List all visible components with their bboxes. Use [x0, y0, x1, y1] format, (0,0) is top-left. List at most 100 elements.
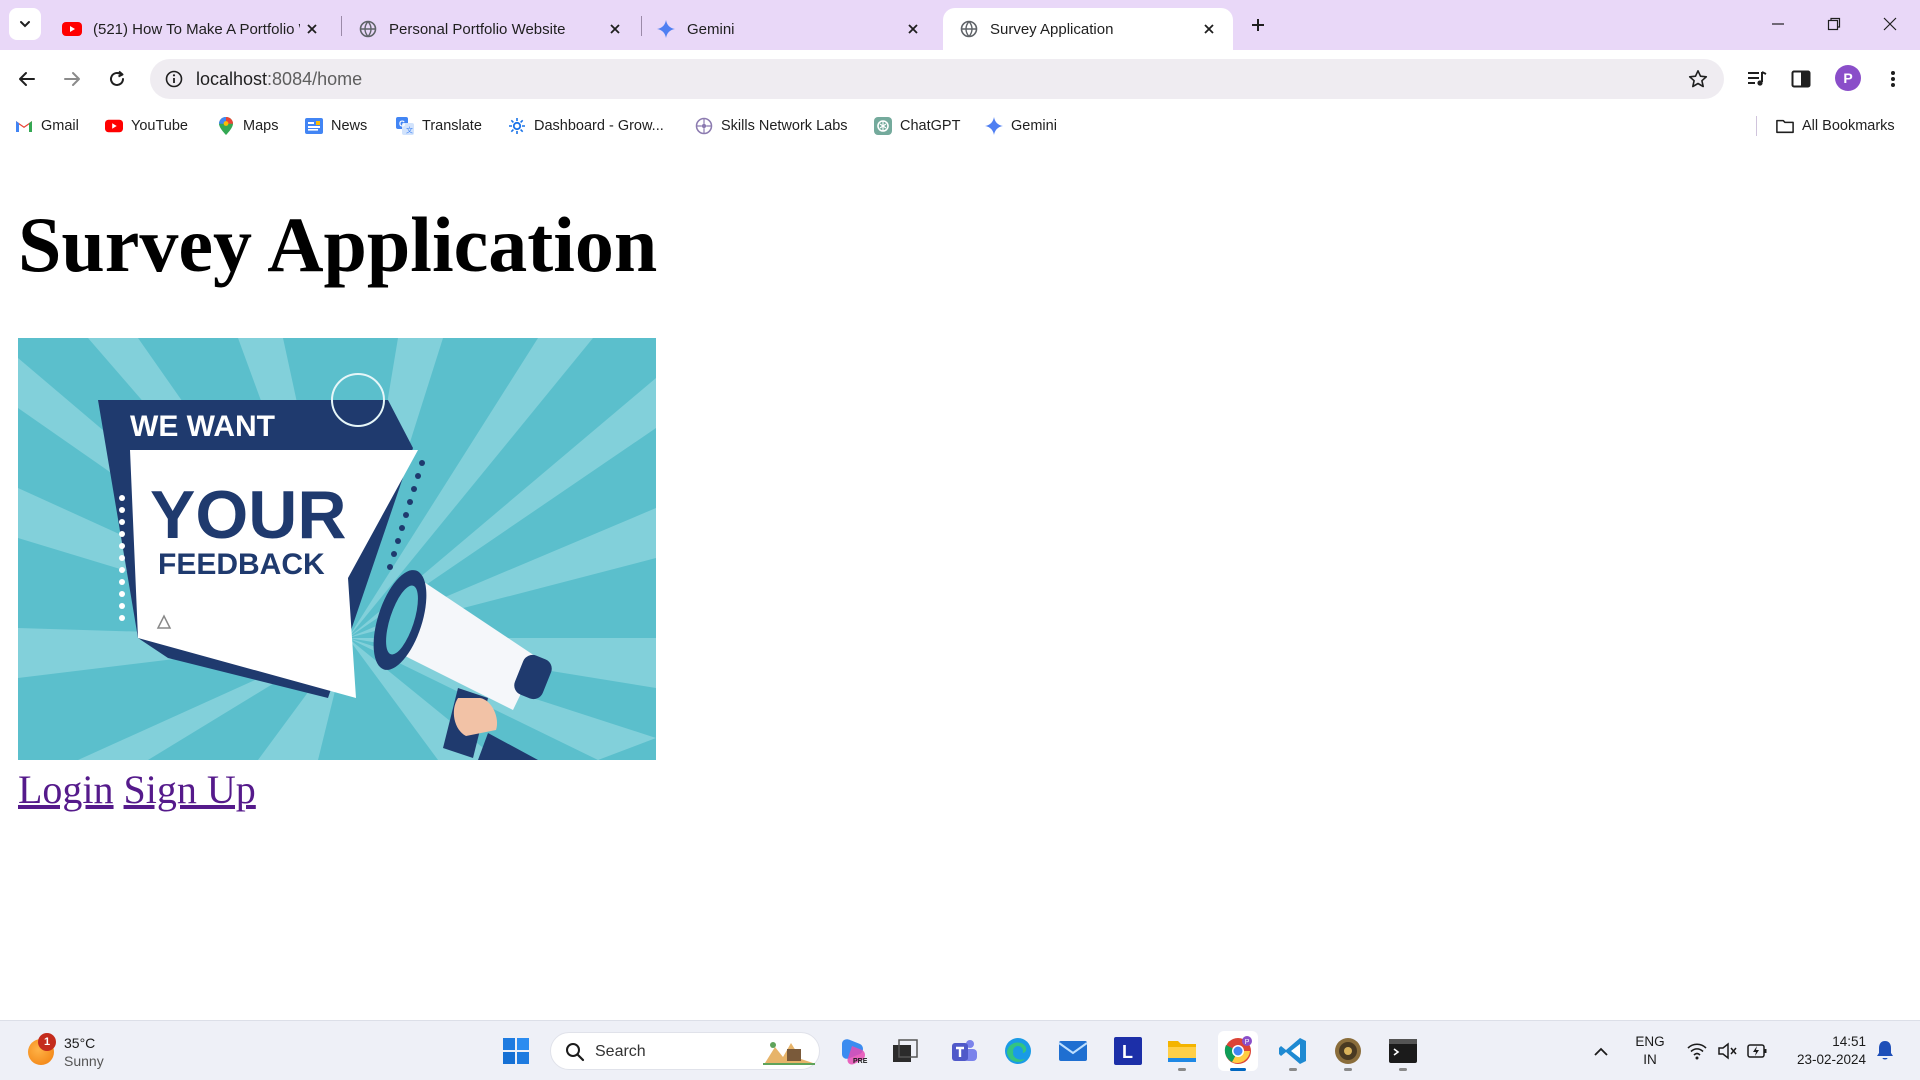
- chrome-profile-badge: P: [1245, 1039, 1250, 1046]
- search-highlight-icon: [763, 1042, 815, 1065]
- close-icon[interactable]: [603, 17, 627, 41]
- copilot-app[interactable]: PRE: [833, 1031, 873, 1071]
- globe-icon: [358, 19, 378, 39]
- bookmark-maps[interactable]: Maps: [217, 115, 278, 137]
- banner-text-feedback: FEEDBACK: [158, 548, 325, 581]
- language-line1: ENG: [1635, 1034, 1665, 1049]
- search-placeholder: Search: [595, 1043, 646, 1060]
- bookmark-label: Dashboard - Grow...: [534, 118, 664, 134]
- weather-condition: Sunny: [64, 1053, 104, 1069]
- bookmark-skills-network-labs[interactable]: Skills Network Labs: [695, 115, 848, 137]
- emblem-app[interactable]: [1328, 1031, 1368, 1071]
- page-title: Survey Application: [18, 201, 658, 288]
- bookmark-gmail[interactable]: Gmail: [15, 115, 79, 137]
- side-panel-icon[interactable]: [1784, 62, 1818, 96]
- show-hidden-icons-icon[interactable]: [1590, 1041, 1612, 1063]
- tab-title: (521) How To Make A Portfolio W: [93, 20, 300, 38]
- task-view-icon: [893, 1039, 918, 1062]
- media-control-icon[interactable]: [1740, 62, 1774, 96]
- tab-title: Gemini: [687, 20, 735, 38]
- url-text[interactable]: localhost:8084/home: [196, 69, 362, 90]
- taskbar-search[interactable]: Search: [550, 1032, 820, 1070]
- tab-search-button[interactable]: [9, 8, 41, 40]
- bookmark-youtube[interactable]: YouTube: [105, 115, 188, 137]
- language-line2: IN: [1643, 1052, 1657, 1067]
- back-button[interactable]: [9, 61, 45, 97]
- close-icon[interactable]: [901, 17, 925, 41]
- minimize-button[interactable]: [1750, 0, 1806, 48]
- reload-button[interactable]: [99, 61, 135, 97]
- close-window-button[interactable]: [1862, 0, 1918, 48]
- bookmark-star-icon[interactable]: [1684, 65, 1712, 93]
- svg-text:G: G: [399, 120, 405, 129]
- gemini-icon: [656, 19, 676, 39]
- tab-youtube[interactable]: (521) How To Make A Portfolio W: [46, 8, 336, 50]
- tab-gemini[interactable]: Gemini: [640, 8, 937, 50]
- restore-button[interactable]: [1806, 0, 1862, 48]
- file-explorer-app[interactable]: [1162, 1031, 1202, 1071]
- banner-text-your: YOUR: [150, 477, 346, 553]
- weather-widget[interactable]: 1 35°C Sunny: [24, 1031, 134, 1071]
- start-button[interactable]: [496, 1031, 536, 1071]
- forward-button[interactable]: [54, 61, 90, 97]
- feedback-banner-image: WE WANT YOUR FEEDBACK: [18, 338, 656, 760]
- bookmarks-separator: [1756, 116, 1757, 136]
- tab-portfolio[interactable]: Personal Portfolio Website: [342, 8, 639, 50]
- folder-icon: [1776, 117, 1794, 135]
- windows-icon: [503, 1038, 529, 1064]
- signup-link[interactable]: Sign Up: [124, 767, 256, 812]
- close-icon[interactable]: [300, 17, 324, 41]
- plus-icon: [1252, 19, 1264, 31]
- restore-icon: [1827, 17, 1841, 31]
- wifi-icon[interactable]: [1686, 1040, 1708, 1062]
- active-indicator: [1230, 1068, 1246, 1071]
- notification-bell-icon[interactable]: [1874, 1039, 1896, 1063]
- l-app[interactable]: L: [1108, 1031, 1148, 1071]
- minimize-icon: [1772, 23, 1784, 25]
- youtube-icon: [105, 117, 123, 135]
- battery-icon[interactable]: [1746, 1040, 1768, 1062]
- chrome-app[interactable]: P: [1218, 1031, 1258, 1071]
- address-bar[interactable]: localhost:8084/home: [150, 59, 1724, 99]
- running-indicator: [1344, 1068, 1352, 1071]
- bookmark-dashboard[interactable]: Dashboard - Grow...: [508, 115, 664, 137]
- emblem-icon: [1335, 1038, 1361, 1064]
- close-icon[interactable]: [1197, 17, 1221, 41]
- teams-app[interactable]: [944, 1031, 984, 1071]
- search-icon: [566, 1043, 585, 1062]
- mail-icon: [1058, 1041, 1088, 1061]
- vscode-app[interactable]: [1273, 1031, 1313, 1071]
- bookmark-label: YouTube: [131, 118, 188, 134]
- edge-app[interactable]: [998, 1031, 1038, 1071]
- new-tab-button[interactable]: [1243, 10, 1273, 40]
- tab-survey-application[interactable]: Survey Application: [943, 8, 1233, 50]
- bookmark-gemini[interactable]: Gemini: [985, 115, 1057, 137]
- profile-avatar[interactable]: P: [1835, 65, 1861, 91]
- translate-icon: G文: [396, 117, 414, 135]
- reload-icon: [110, 70, 124, 86]
- chevron-down-icon: [20, 21, 30, 28]
- browser-toolbar: localhost:8084/home P: [0, 50, 1920, 108]
- arrow-left-icon: [19, 72, 35, 86]
- youtube-icon: [62, 19, 82, 39]
- all-bookmarks-button[interactable]: All Bookmarks: [1776, 115, 1895, 137]
- tab-title: Personal Portfolio Website: [389, 20, 566, 38]
- bookmark-news[interactable]: News: [305, 115, 367, 137]
- task-view-app[interactable]: [885, 1031, 925, 1071]
- language-indicator[interactable]: ENG IN: [1630, 1033, 1670, 1069]
- mail-app[interactable]: [1053, 1031, 1093, 1071]
- bookmark-translate[interactable]: G文 Translate: [396, 115, 482, 137]
- site-info-icon[interactable]: [160, 65, 188, 93]
- volume-muted-icon[interactable]: [1716, 1040, 1738, 1062]
- terminal-app[interactable]: [1383, 1031, 1423, 1071]
- page-content: Survey Application WE WANT YOUR FEEDBACK…: [0, 144, 1920, 1020]
- login-link[interactable]: Login: [18, 767, 114, 812]
- bookmark-chatgpt[interactable]: ChatGPT: [874, 115, 960, 137]
- bookmark-label: ChatGPT: [900, 118, 961, 134]
- arrow-right-icon: [64, 72, 80, 86]
- folder-icon: [1168, 1041, 1196, 1062]
- menu-icon[interactable]: [1876, 62, 1910, 96]
- clock-date: 23-02-2024: [1796, 1052, 1866, 1067]
- bookmark-label: News: [331, 118, 368, 134]
- system-clock[interactable]: 14:51 23-02-2024: [1776, 1033, 1866, 1069]
